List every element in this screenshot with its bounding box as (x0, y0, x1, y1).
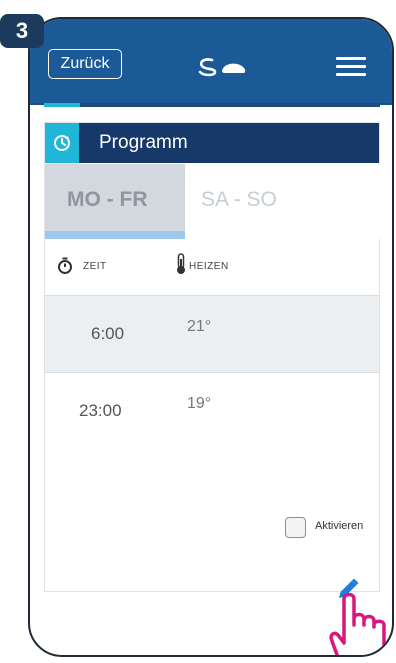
clock-refresh-icon (45, 123, 79, 163)
schedule-row[interactable]: 23:00 19° (45, 373, 379, 451)
schedule-row[interactable]: 6:00 21° (45, 295, 379, 373)
program-card-header: Programm (45, 123, 379, 163)
tab-selected-indicator (45, 231, 185, 239)
back-button[interactable]: Zurück (48, 49, 122, 79)
hamburger-menu-icon[interactable] (336, 57, 366, 77)
tab-weekdays[interactable]: MO - FR (45, 164, 185, 239)
schedule-column-headers: ZEIT HEIZEN (45, 251, 379, 285)
program-title: Programm (99, 132, 188, 153)
previous-card-edge (44, 103, 380, 107)
stopwatch-icon (58, 257, 72, 274)
tab-weekdays-label: MO - FR (67, 188, 148, 211)
thermometer-icon (177, 253, 185, 274)
pointing-hand-icon (329, 592, 386, 655)
activate-checkbox[interactable] (285, 517, 306, 538)
schedule-time: 6:00 (91, 324, 125, 343)
app-header: Zurück (30, 19, 392, 105)
time-column-label: ZEIT (83, 261, 107, 272)
schedule-temperature: 21° (187, 318, 212, 335)
step-number-badge: 3 (0, 14, 44, 48)
schedule-temperature: 19° (187, 395, 212, 412)
phone-frame: Zurück Programm MO - FR SA - SO ZEIT HEI… (28, 17, 394, 657)
heat-column-label: HEIZEN (189, 261, 229, 272)
schedule-time: 23:00 (79, 401, 122, 420)
tab-weekend[interactable]: SA - SO (185, 164, 381, 239)
activate-label: Aktivieren (315, 520, 364, 532)
tab-weekend-label: SA - SO (201, 188, 277, 211)
salus-logo-icon[interactable] (194, 56, 258, 78)
program-card: Programm MO - FR SA - SO ZEIT HEIZEN 6:0… (44, 122, 381, 592)
